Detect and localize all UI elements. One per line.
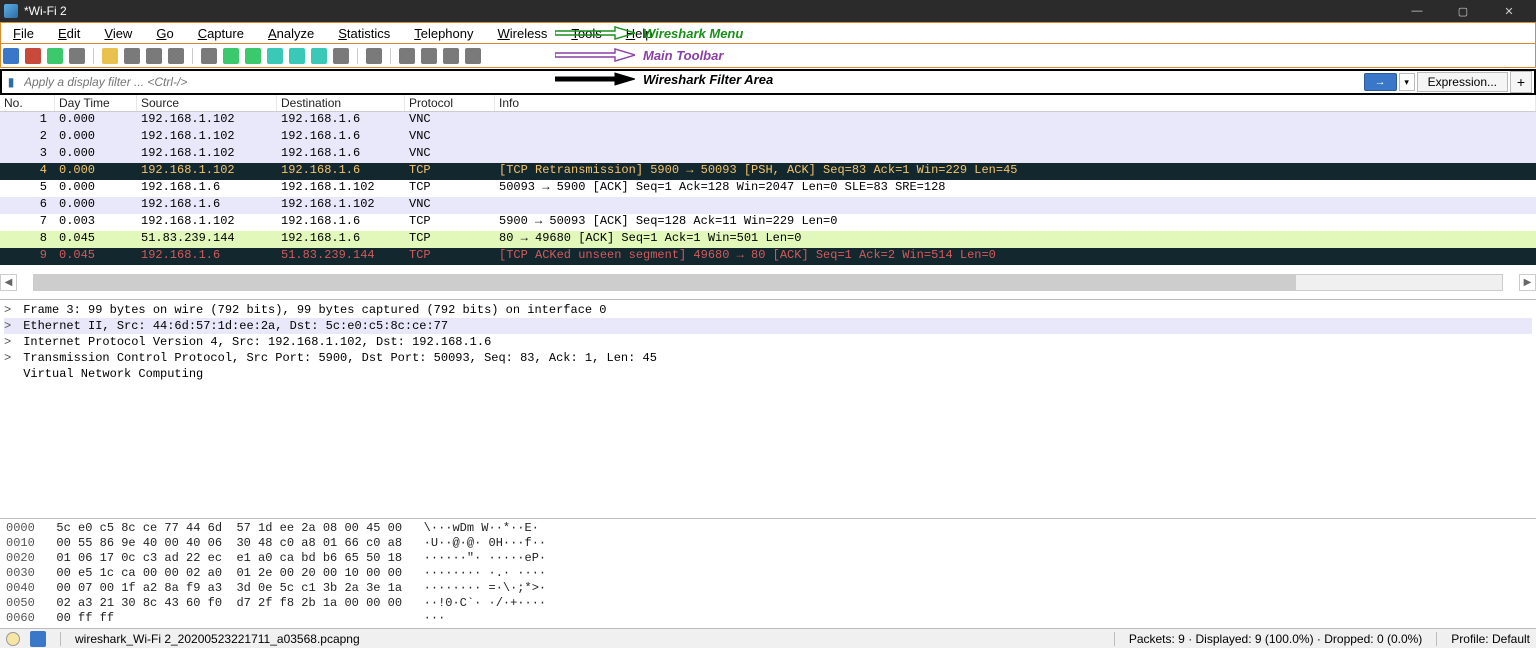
packet-row[interactable]: 60.000192.168.1.6192.168.1.102VNC xyxy=(0,197,1536,214)
packet-row[interactable]: 90.045192.168.1.651.83.239.144TCP[TCP AC… xyxy=(0,248,1536,265)
col-info[interactable]: Info xyxy=(495,95,1536,111)
menu-go[interactable]: Go xyxy=(144,23,185,43)
maximize-button[interactable]: ▢ xyxy=(1440,0,1486,22)
status-packet-count: Packets: 9 · Displayed: 9 (100.0%) · Dro… xyxy=(1129,632,1422,646)
colorize-icon[interactable] xyxy=(366,48,382,64)
auto-scroll-icon[interactable] xyxy=(333,48,349,64)
packet-row[interactable]: 10.000192.168.1.102192.168.1.6VNC xyxy=(0,112,1536,129)
go-first-icon[interactable] xyxy=(289,48,305,64)
display-filter-input[interactable] xyxy=(20,71,1364,93)
packet-row[interactable]: 80.04551.83.239.144192.168.1.6TCP80 → 49… xyxy=(0,231,1536,248)
find-packet-icon[interactable] xyxy=(201,48,217,64)
packet-row[interactable]: 70.003192.168.1.102192.168.1.6TCP5900 → … xyxy=(0,214,1536,231)
hex-line[interactable]: 0020 01 06 17 0c c3 ad 22 ec e1 a0 ca bd… xyxy=(6,551,1530,566)
window-title: *Wi-Fi 2 xyxy=(24,4,67,18)
status-profile[interactable]: Profile: Default xyxy=(1451,632,1530,646)
menu-view[interactable]: View xyxy=(92,23,144,43)
packet-row[interactable]: 20.000192.168.1.102192.168.1.6VNC xyxy=(0,129,1536,146)
close-file-icon[interactable] xyxy=(146,48,162,64)
restart-capture-icon[interactable] xyxy=(47,48,63,64)
expert-info-icon[interactable] xyxy=(6,632,20,646)
hex-line[interactable]: 0030 00 e5 1c ca 00 00 02 a0 01 2e 00 20… xyxy=(6,566,1530,581)
detail-line[interactable]: Virtual Network Computing xyxy=(4,366,1532,382)
apply-filter-button[interactable]: → xyxy=(1364,73,1397,91)
packet-list-scrollbar[interactable]: ◀ ▶ xyxy=(0,265,1536,299)
reload-icon[interactable] xyxy=(168,48,184,64)
menu-statistics[interactable]: Statistics xyxy=(326,23,402,43)
go-forward-icon[interactable] xyxy=(245,48,261,64)
scroll-left-icon[interactable]: ◀ xyxy=(0,274,17,291)
go-to-packet-icon[interactable] xyxy=(267,48,283,64)
menu-tools[interactable]: Tools xyxy=(559,23,613,43)
edit-capture-comment-icon[interactable] xyxy=(30,631,46,647)
status-bar: wireshark_Wi-Fi 2_20200523221711_a03568.… xyxy=(0,628,1536,648)
menu-capture[interactable]: Capture xyxy=(186,23,256,43)
hex-line[interactable]: 0000 5c e0 c5 8c ce 77 44 6d 57 1d ee 2a… xyxy=(6,521,1530,536)
menu-help[interactable]: Help xyxy=(614,23,665,43)
col-time[interactable]: Day Time xyxy=(55,95,137,111)
app-icon xyxy=(4,4,18,18)
packet-list-header[interactable]: No. Day Time Source Destination Protocol… xyxy=(0,95,1536,112)
go-last-icon[interactable] xyxy=(311,48,327,64)
menu-telephony[interactable]: Telephony xyxy=(402,23,485,43)
packet-bytes-pane[interactable]: 0000 5c e0 c5 8c ce 77 44 6d 57 1d ee 2a… xyxy=(0,518,1536,628)
menu-file[interactable]: File xyxy=(1,23,46,43)
hex-line[interactable]: 0050 02 a3 21 30 8c 43 60 f0 d7 2f f8 2b… xyxy=(6,596,1530,611)
detail-line[interactable]: Frame 3: 99 bytes on wire (792 bits), 99… xyxy=(4,302,1532,318)
expression-button[interactable]: Expression... xyxy=(1417,72,1508,92)
close-button[interactable]: ✕ xyxy=(1486,0,1532,22)
hex-line[interactable]: 0040 00 07 00 1f a2 8a f9 a3 3d 0e 5c c1… xyxy=(6,581,1530,596)
packet-details-pane[interactable]: Frame 3: 99 bytes on wire (792 bits), 99… xyxy=(0,299,1536,518)
col-source[interactable]: Source xyxy=(137,95,277,111)
save-file-icon[interactable] xyxy=(124,48,140,64)
hex-line[interactable]: 0010 00 55 86 9e 40 00 40 06 30 48 c0 a8… xyxy=(6,536,1530,551)
zoom-out-icon[interactable] xyxy=(421,48,437,64)
display-filter-bar: ▮ → ▾ Expression... + xyxy=(0,69,1536,95)
menu-analyze[interactable]: Analyze xyxy=(256,23,326,43)
col-dest[interactable]: Destination xyxy=(277,95,405,111)
resize-columns-icon[interactable] xyxy=(465,48,481,64)
packet-row[interactable]: 50.000192.168.1.6192.168.1.102TCP50093 →… xyxy=(0,180,1536,197)
packet-list-pane: No. Day Time Source Destination Protocol… xyxy=(0,95,1536,265)
menu-edit[interactable]: Edit xyxy=(46,23,92,43)
go-back-icon[interactable] xyxy=(223,48,239,64)
bookmark-filter-icon[interactable]: ▮ xyxy=(2,71,20,93)
open-file-icon[interactable] xyxy=(102,48,118,64)
detail-line[interactable]: Transmission Control Protocol, Src Port:… xyxy=(4,350,1532,366)
menubar: FileEditViewGoCaptureAnalyzeStatisticsTe… xyxy=(0,22,1536,44)
detail-line[interactable]: Ethernet II, Src: 44:6d:57:1d:ee:2a, Dst… xyxy=(4,318,1532,334)
capture-options-icon[interactable] xyxy=(69,48,85,64)
titlebar: *Wi-Fi 2 — ▢ ✕ xyxy=(0,0,1536,22)
packet-row[interactable]: 40.000192.168.1.102192.168.1.6TCP[TCP Re… xyxy=(0,163,1536,180)
scroll-right-icon[interactable]: ▶ xyxy=(1519,274,1536,291)
filter-history-dropdown[interactable]: ▾ xyxy=(1399,73,1415,91)
packet-row[interactable]: 30.000192.168.1.102192.168.1.6VNC xyxy=(0,146,1536,163)
minimize-button[interactable]: — xyxy=(1394,0,1440,22)
start-capture-icon[interactable] xyxy=(3,48,19,64)
hex-line[interactable]: 0060 00 ff ff ··· xyxy=(6,611,1530,626)
stop-capture-icon[interactable] xyxy=(25,48,41,64)
status-file-name: wireshark_Wi-Fi 2_20200523221711_a03568.… xyxy=(75,632,360,646)
main-toolbar xyxy=(0,44,1536,68)
detail-line[interactable]: Internet Protocol Version 4, Src: 192.16… xyxy=(4,334,1532,350)
zoom-reset-icon[interactable] xyxy=(443,48,459,64)
col-no[interactable]: No. xyxy=(0,95,55,111)
zoom-in-icon[interactable] xyxy=(399,48,415,64)
add-filter-button[interactable]: + xyxy=(1510,71,1532,93)
menu-wireless[interactable]: Wireless xyxy=(486,23,560,43)
col-proto[interactable]: Protocol xyxy=(405,95,495,111)
